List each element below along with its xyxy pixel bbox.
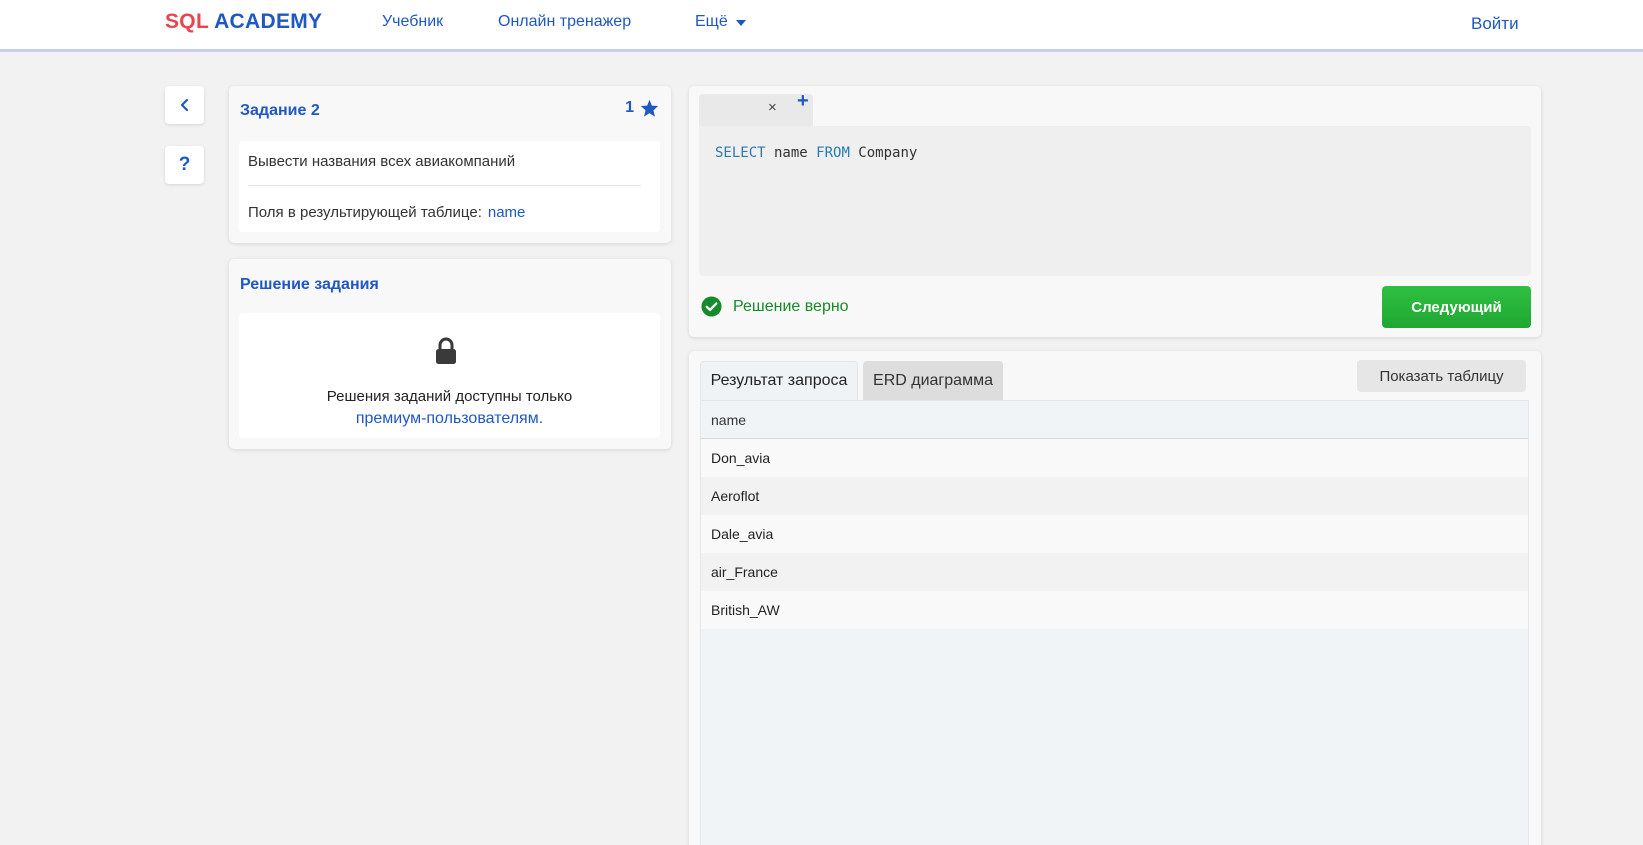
solution-card: Решение задания Решения заданий доступны… (229, 259, 671, 449)
top-header: SQL ACADEMY Учебник Онлайн тренажер Ещё В… (0, 0, 1643, 52)
result-fields: Поля в результирующей таблице: name (248, 204, 525, 221)
table-row: Aeroflot (701, 477, 1528, 515)
lock-icon (436, 337, 456, 364)
column-header-name: name (701, 401, 1528, 439)
logo-academy: ACADEMY (214, 10, 323, 33)
score-value: 1 (625, 99, 634, 116)
tab-query-result[interactable]: Результат запроса (700, 361, 858, 400)
fields-label: Поля в результирующей таблице: (248, 204, 482, 221)
task-score: 1 (625, 99, 659, 117)
star-icon (640, 99, 659, 117)
caret-down-icon (735, 20, 746, 26)
solution-text: Решения заданий доступны только (326, 388, 573, 405)
result-status: Решение верно (701, 296, 849, 317)
close-icon[interactable]: × (768, 99, 777, 116)
code-text: name (765, 145, 817, 161)
sql-editor[interactable]: SELECT name FROM Company (699, 126, 1531, 276)
code-keyword-select: SELECT (715, 145, 766, 161)
status-text: Решение верно (733, 297, 849, 315)
code-keyword-from: FROM (816, 145, 850, 161)
back-button[interactable] (165, 86, 204, 124)
result-table: name Don_avia Aeroflot Dale_avia air_Fra… (700, 400, 1529, 845)
chevron-left-icon (180, 99, 188, 111)
solution-title: Решение задания (240, 276, 379, 293)
next-button[interactable]: Следующий (1382, 286, 1531, 328)
table-row: Don_avia (701, 439, 1528, 477)
solution-message: Решения заданий доступны только премиум-… (239, 386, 660, 430)
table-row: British_AW (701, 591, 1528, 629)
task-card: Задание 2 1 Вывести названия всех авиако… (229, 86, 671, 243)
divider (248, 185, 641, 186)
task-description: Вывести названия всех авиакомпаний (248, 153, 516, 170)
tab-erd-diagram[interactable]: ERD диаграмма (863, 361, 1003, 400)
nav-trainer[interactable]: Онлайн тренажер (498, 13, 631, 31)
check-circle-icon (701, 296, 722, 317)
logo[interactable]: SQL ACADEMY (165, 10, 322, 34)
results-card: Результат запроса ERD диаграмма Показать… (689, 351, 1541, 845)
help-button[interactable]: ? (165, 146, 204, 184)
logo-sql: SQL (165, 10, 210, 33)
code-text: Company (849, 145, 918, 161)
nav-tutorial[interactable]: Учебник (382, 13, 443, 31)
solution-body: Решения заданий доступны только премиум-… (239, 313, 660, 438)
premium-link[interactable]: премиум-пользователям. (239, 408, 660, 430)
table-row: air_France (701, 553, 1528, 591)
editor-card: × + SELECT name FROM Company Решение вер… (689, 86, 1541, 337)
login-link[interactable]: Войти (1471, 14, 1519, 34)
editor-tab[interactable]: × (699, 94, 813, 126)
task-title: Задание 2 (240, 102, 320, 119)
task-body: Вывести названия всех авиакомпаний Поля … (239, 141, 660, 232)
show-table-button[interactable]: Показать таблицу (1357, 360, 1526, 392)
table-row: Dale_avia (701, 515, 1528, 553)
add-tab-icon[interactable]: + (797, 91, 809, 111)
nav-more-label: Ещё (695, 13, 728, 30)
nav-more-dropdown[interactable]: Ещё (695, 13, 746, 31)
fields-value: name (487, 204, 526, 221)
